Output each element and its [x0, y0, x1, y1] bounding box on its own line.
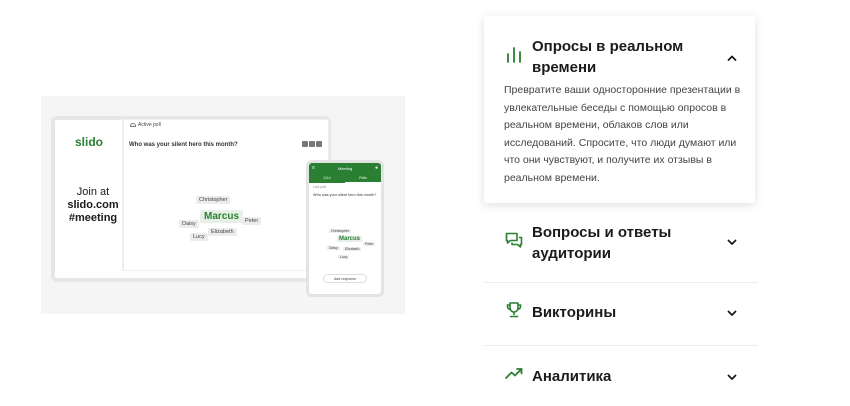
phone-header: ≡ Meeting ●	[309, 163, 381, 174]
accordion-title: Вопросы и ответы аудитории	[532, 224, 672, 262]
accordion-title: Аналитика	[532, 368, 612, 385]
laptop-screen: Active poll Who was your silent hero thi…	[123, 120, 328, 270]
chevron-down-icon[interactable]	[726, 307, 738, 319]
word-cloud-word: Marcus	[200, 210, 244, 223]
phone-tabs: Q&A Polls	[309, 174, 381, 183]
accordion-header-live-polls[interactable]: Опросы в реальном времени	[484, 16, 758, 76]
accordion-title: Опросы в реальном времени	[532, 38, 684, 76]
phone-subtitle: Live poll	[313, 185, 326, 189]
join-info: Join at slido.com #meeting	[59, 186, 127, 225]
add-response-button: Add response	[323, 274, 367, 283]
accordion-title: Викторины	[532, 304, 617, 321]
divider	[484, 345, 758, 346]
user-icon: ●	[374, 165, 378, 171]
word-cloud-word: Daisy	[327, 246, 340, 250]
word-cloud-word: Elizabeth	[343, 247, 362, 251]
word-cloud-word: Lucy	[190, 233, 208, 241]
word-cloud-word: Christopher	[329, 229, 352, 233]
accordion-item-quizzes[interactable]: Викторины	[484, 290, 758, 336]
menu-icon: ≡	[312, 165, 315, 171]
accordion-body: Превратите ваши односторонние презентаци…	[504, 84, 741, 184]
phone-mockup: ≡ Meeting ● Q&A Polls Live poll Who was …	[306, 160, 384, 297]
join-code: #meeting	[68, 212, 118, 224]
join-url: slido.com	[67, 199, 119, 211]
word-cloud-word: Peter	[363, 242, 376, 246]
accordion-item-live-polls: Опросы в реальном времени Превратите ваш…	[484, 16, 755, 203]
trend-up-icon	[505, 368, 523, 379]
slido-logo: slido	[75, 135, 104, 149]
accordion-item-audience-qa[interactable]: Вопросы и ответы аудитории	[484, 216, 758, 280]
tab-qa: Q&A	[323, 176, 331, 180]
trophy-icon	[506, 302, 522, 318]
laptop-mockup: slido Join at slido.com #meeting Active …	[51, 116, 331, 282]
tab-polls: Polls	[345, 174, 381, 183]
accordion-item-analytics[interactable]: Аналитика	[484, 354, 758, 400]
word-cloud-word: Daisy	[179, 220, 199, 228]
word-cloud: Christopher Marcus Peter Daisy Elizabeth…	[124, 120, 328, 270]
bar-chart-icon	[507, 47, 521, 63]
word-cloud-word: Christopher	[196, 196, 231, 204]
word-cloud-word: Peter	[242, 217, 262, 225]
word-cloud-word: Lucy	[338, 255, 350, 259]
divider	[484, 282, 758, 283]
join-label: Join at	[76, 186, 110, 198]
chevron-up-icon[interactable]	[726, 52, 738, 64]
word-cloud-word: Marcus	[337, 236, 363, 242]
chat-bubbles-icon	[505, 232, 523, 248]
phone-question: Who was your silent hero this month?	[313, 193, 377, 197]
chevron-down-icon[interactable]	[726, 236, 738, 248]
slido-illustration: slido Join at slido.com #meeting Active …	[41, 96, 405, 314]
laptop-sidebar: slido Join at slido.com #meeting	[55, 120, 119, 278]
word-cloud-word: Elizabeth	[208, 228, 237, 236]
chevron-down-icon[interactable]	[726, 371, 738, 383]
